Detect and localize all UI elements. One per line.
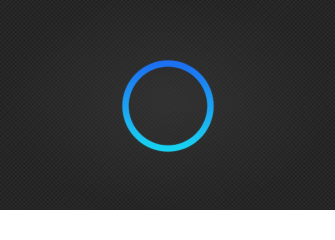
circle-ring-icon bbox=[122, 60, 214, 152]
wallpaper-background bbox=[0, 0, 335, 210]
ring-stroke bbox=[122, 60, 214, 152]
